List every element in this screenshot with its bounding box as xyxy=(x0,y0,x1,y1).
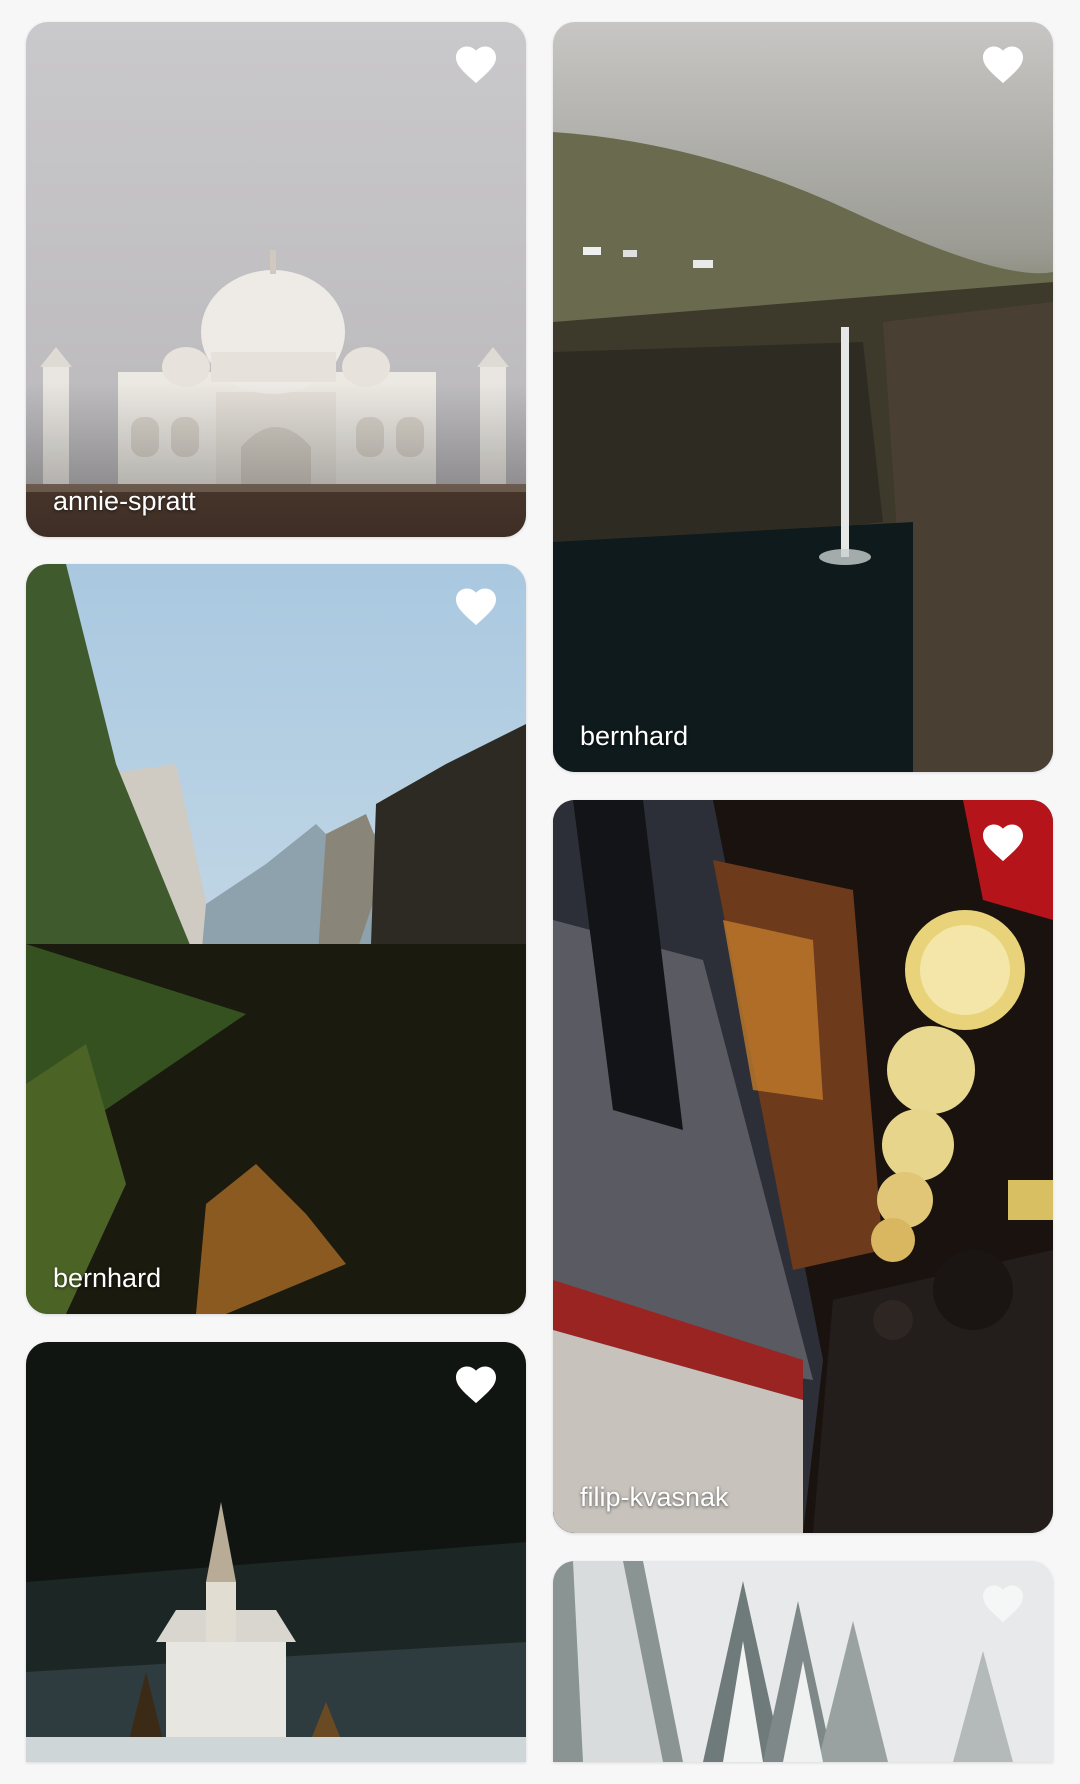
heart-icon[interactable] xyxy=(981,1583,1025,1623)
photo-grid: annie-spratt bernhard bernhard filip-kva… xyxy=(0,0,1080,1784)
photo-author-label: filip-kvasnak xyxy=(580,1482,729,1512)
photo-image xyxy=(553,22,1053,772)
photo-author-label: annie-spratt xyxy=(53,486,196,516)
heart-icon[interactable] xyxy=(981,822,1025,862)
photo-author-label: bernhard xyxy=(53,1263,162,1293)
photo-image xyxy=(553,1561,1053,1762)
photo-card[interactable]: annie-spratt xyxy=(26,22,526,537)
photo-card[interactable]: filip-kvasnak xyxy=(553,800,1053,1533)
photo-card[interactable]: bernhard xyxy=(26,564,526,1314)
photo-card[interactable] xyxy=(553,1561,1053,1762)
heart-icon[interactable] xyxy=(981,44,1025,84)
photo-image xyxy=(26,1342,526,1762)
photo-image xyxy=(26,564,526,1314)
heart-icon[interactable] xyxy=(454,1364,498,1404)
photo-card[interactable]: bernhard xyxy=(553,22,1053,772)
photo-image xyxy=(26,22,526,537)
photo-image xyxy=(553,800,1053,1533)
photo-card[interactable] xyxy=(26,1342,526,1762)
heart-icon[interactable] xyxy=(454,586,498,626)
photo-author-label: bernhard xyxy=(580,721,689,751)
heart-icon[interactable] xyxy=(454,44,498,84)
